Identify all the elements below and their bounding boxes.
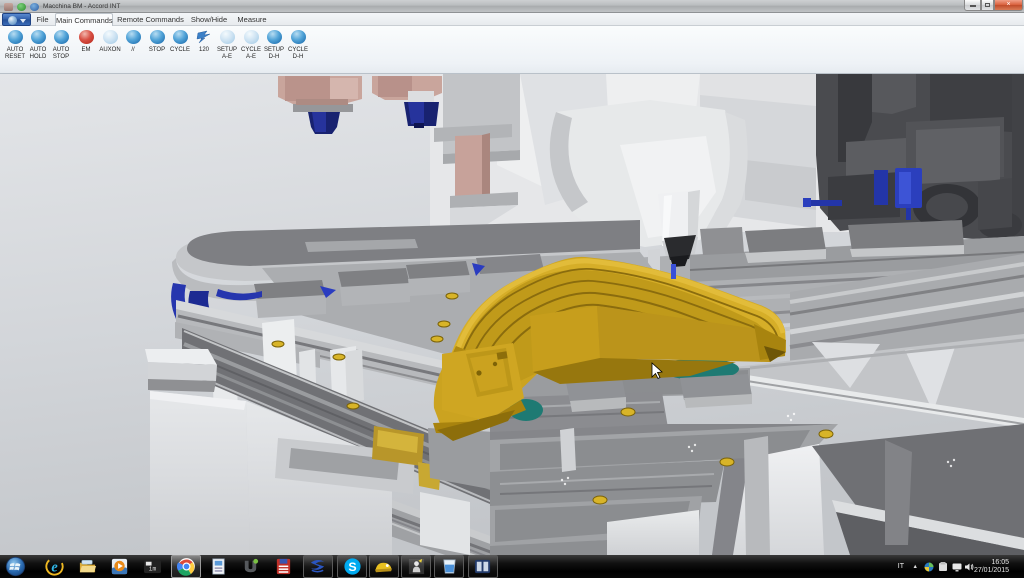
- svg-text:e: e: [51, 559, 58, 575]
- svg-text:im: im: [149, 565, 157, 572]
- svg-text:S: S: [348, 560, 356, 574]
